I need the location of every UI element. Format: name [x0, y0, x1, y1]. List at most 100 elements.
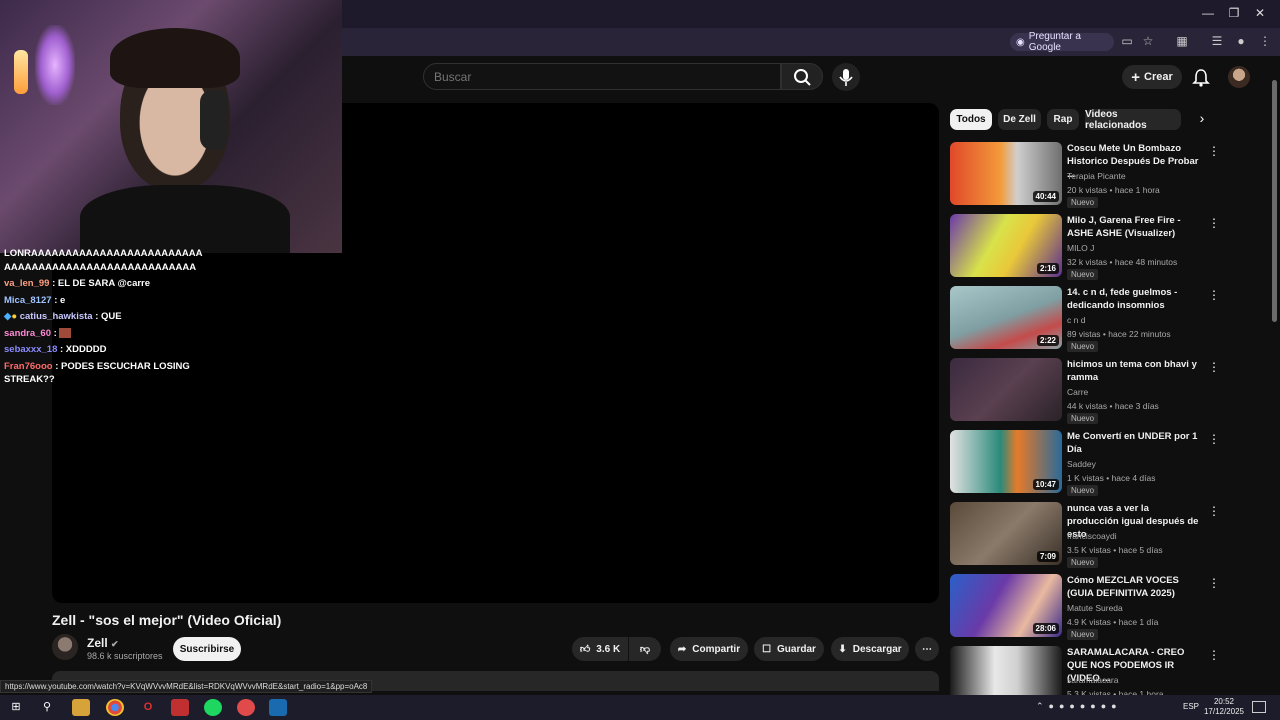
more-actions-button[interactable]: ⋯ [915, 637, 939, 661]
chat-username: catius_hawkista [19, 311, 93, 322]
ask-google-button[interactable]: ◉ Preguntar a Google [1010, 31, 1114, 53]
thumbs-up-icon: 👍︎ [579, 644, 591, 655]
browser-menu-icon[interactable]: ⋮ [1256, 34, 1274, 50]
channel-name[interactable]: MILO J [1067, 243, 1094, 253]
channel-name[interactable]: franciscoaydi [1067, 531, 1117, 541]
new-badge: Nuevo [1067, 197, 1099, 208]
video-meta: 44 k vistas • hace 3 días [1067, 401, 1159, 411]
chip-de-zell[interactable]: De Zell [998, 109, 1041, 130]
chat-message: Fran76ooo : PODES ESCUCHAR LOSING STREAK… [4, 360, 204, 387]
save-button[interactable]: ☐ Guardar [754, 637, 824, 661]
search-icon [794, 69, 811, 86]
video-duration: 10:47 [1032, 479, 1059, 490]
video-thumbnail[interactable]: 10:47 [950, 430, 1062, 493]
bookmark-icon: ☐ [762, 643, 772, 655]
recommended-video[interactable]: 10:47 Me Convertí en UNDER por 1 Día Sadde… [950, 430, 1220, 496]
recommended-video[interactable]: hicimos un tema con bhavi y ramma Carre 44… [950, 358, 1220, 424]
video-title[interactable]: hicimos un tema con bhavi y ramma [1067, 358, 1202, 384]
channel-avatar[interactable] [52, 634, 78, 660]
channel-name[interactable]: Terapia Picante [1067, 171, 1126, 181]
recommended-video[interactable]: 28:06 Cómo MEZCLAR VOCES (GUIA DEFINITIVA… [950, 574, 1220, 640]
channel-name[interactable]: Matute Sureda [1067, 603, 1123, 613]
cast-icon[interactable]: ▭ [1118, 34, 1136, 50]
taskbar-search-icon[interactable]: ⚲ [38, 699, 56, 716]
video-duration: 40:44 [1032, 191, 1059, 202]
media-controls-icon[interactable]: ☰ [1208, 34, 1226, 50]
create-button[interactable]: + Crear [1122, 65, 1182, 89]
video-title[interactable]: Cómo MEZCLAR VOCES (GUIA DEFINITIVA 2025… [1067, 574, 1202, 600]
notifications-icon[interactable] [1252, 701, 1266, 713]
extensions-icon[interactable]: ▦ [1173, 34, 1191, 50]
recommended-video[interactable]: 7:09 nunca vas a ver la producción igual … [950, 502, 1220, 568]
search-button[interactable] [781, 63, 823, 90]
recommended-video[interactable]: 2:22 14. c n d, fede guelmos - dedicando … [950, 286, 1220, 352]
channel-name[interactable]: Carre [1067, 387, 1088, 397]
channel-name[interactable]: Saddey [1067, 459, 1096, 469]
thumbs-down-icon: 👎︎ [639, 644, 651, 655]
voice-search-button[interactable] [832, 63, 860, 91]
google-lens-icon: ◉ [1016, 36, 1025, 48]
video-meta: 4.9 K vistas • hace 1 día [1067, 617, 1159, 627]
more-vertical-icon[interactable]: ⋮ [1208, 144, 1220, 158]
scrollbar-thumb[interactable] [1272, 80, 1277, 322]
microphone-icon [839, 69, 853, 86]
steam-icon[interactable] [269, 699, 287, 716]
clock-date: 17/12/2025 [1203, 707, 1245, 716]
recommended-video[interactable]: 2:16 Milo J, Garena Free Fire - ASHE ASHE… [950, 214, 1220, 280]
chrome-icon[interactable] [106, 699, 124, 716]
search-input[interactable] [423, 63, 781, 90]
video-title[interactable]: Milo J, Garena Free Fire - ASHE ASHE (Vi… [1067, 214, 1202, 240]
video-title[interactable]: Me Convertí en UNDER por 1 Día [1067, 430, 1202, 456]
taskbar-clock[interactable]: 20:52 17/12/2025 [1200, 697, 1248, 717]
dislike-button[interactable]: 👎︎ [629, 637, 661, 661]
plus-icon: + [1131, 68, 1140, 86]
video-thumbnail[interactable]: 2:22 [950, 286, 1062, 349]
video-meta: 3.5 K vistas • hace 5 días [1067, 545, 1163, 555]
video-thumbnail[interactable]: 7:09 [950, 502, 1062, 565]
chip-videos-relacionados[interactable]: Videos relacionados [1085, 109, 1181, 131]
more-vertical-icon[interactable]: ⋮ [1208, 504, 1220, 518]
share-button[interactable]: ➦ Compartir [670, 637, 748, 661]
opera-icon[interactable]: O [139, 699, 157, 716]
channel-name[interactable]: Zell ✔ [87, 636, 119, 650]
input-language[interactable]: ESP [1183, 702, 1199, 711]
minimize-icon[interactable]: — [1198, 6, 1218, 22]
channel-name[interactable]: saramalacara [1067, 675, 1119, 685]
notifications-button[interactable] [1190, 66, 1212, 88]
like-button[interactable]: 👍︎ 3.6 K [572, 637, 628, 661]
account-avatar[interactable] [1228, 66, 1250, 88]
chevron-right-icon[interactable]: › [1192, 110, 1212, 130]
obs-icon[interactable] [237, 699, 255, 716]
headset [200, 90, 228, 150]
chip-todos[interactable]: Todos [950, 109, 992, 130]
file-explorer-icon[interactable] [72, 699, 90, 716]
bookmark-star-icon[interactable]: ☆ [1139, 34, 1157, 50]
video-title[interactable]: 14. c n d, fede guelmos - dedicando inso… [1067, 286, 1202, 312]
profile-icon[interactable]: ● [1232, 34, 1250, 50]
more-vertical-icon[interactable]: ⋮ [1208, 360, 1220, 374]
video-thumbnail[interactable]: 28:06 [950, 574, 1062, 637]
more-vertical-icon[interactable]: ⋮ [1208, 216, 1220, 230]
video-meta: 20 k vistas • hace 1 hora [1067, 185, 1160, 195]
more-vertical-icon[interactable]: ⋮ [1208, 288, 1220, 302]
status-bar-url: https://www.youtube.com/watch?v=KVqWVvvM… [0, 680, 373, 693]
system-tray-icons[interactable]: ⌃●●●●●●● [1036, 701, 1176, 713]
more-vertical-icon[interactable]: ⋮ [1208, 432, 1220, 446]
chip-rap[interactable]: Rap [1047, 109, 1079, 130]
video-app-icon[interactable] [171, 699, 189, 716]
video-thumbnail[interactable]: 40:44 [950, 142, 1062, 205]
more-vertical-icon[interactable]: ⋮ [1208, 576, 1220, 590]
channel-name[interactable]: c n d [1067, 315, 1085, 325]
recommended-video[interactable]: 40:44 Coscu Mete Un Bombazo Historico Des… [950, 142, 1220, 208]
video-thumbnail[interactable]: 2:16 [950, 214, 1062, 277]
new-badge: Nuevo [1067, 557, 1099, 568]
download-icon: ⬇ [838, 643, 847, 655]
spotify-icon[interactable] [204, 699, 222, 716]
subscribe-button[interactable]: Suscribirse [173, 637, 241, 661]
download-button[interactable]: ⬇ Descargar [831, 637, 909, 661]
more-vertical-icon[interactable]: ⋮ [1208, 648, 1220, 662]
close-icon[interactable]: ✕ [1250, 6, 1270, 22]
video-thumbnail[interactable] [950, 358, 1062, 421]
windows-start-icon[interactable]: ⊞ [7, 699, 25, 716]
restore-icon[interactable]: ❐ [1224, 6, 1244, 22]
